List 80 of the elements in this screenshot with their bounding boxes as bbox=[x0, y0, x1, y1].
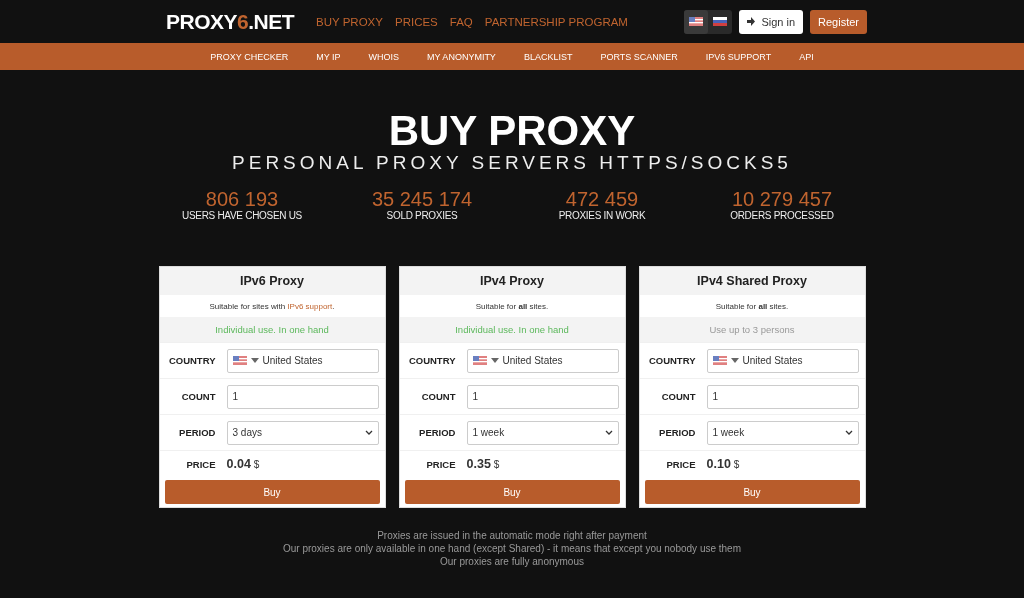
nav-link[interactable]: BLACKLIST bbox=[509, 51, 587, 62]
currency-label: $ bbox=[733, 459, 740, 470]
price-value: 0.10 bbox=[706, 457, 731, 471]
nav-link[interactable]: WHOIS bbox=[354, 51, 414, 62]
nav-link[interactable]: MY IP bbox=[302, 51, 355, 62]
stat-value: 472 459 bbox=[565, 188, 639, 210]
flag-icon bbox=[472, 356, 487, 365]
flag-icon bbox=[713, 17, 728, 26]
period-select[interactable]: 3 days bbox=[226, 420, 379, 445]
info-text: Proxies are issued in the automatic mode right after payment bbox=[377, 530, 647, 541]
nav-link[interactable]: PROXY CHECKER bbox=[196, 51, 303, 62]
buy-button[interactable]: Buy bbox=[644, 480, 860, 504]
card-description: Suitable for all sites. bbox=[715, 301, 789, 311]
field-label: PRICE bbox=[665, 458, 697, 470]
count-input[interactable]: 1 bbox=[466, 384, 619, 409]
usage-note: Use up to 3 persons bbox=[709, 324, 795, 335]
field-label: COUNT bbox=[420, 391, 457, 402]
caret-icon bbox=[250, 358, 259, 363]
info-text: Our proxies are only available in one hand (except Shared) - it means that except you nobody use them bbox=[282, 543, 741, 554]
nav-link[interactable]: API bbox=[785, 51, 828, 62]
flag-icon bbox=[712, 356, 727, 365]
field-label: PRICE bbox=[185, 458, 217, 470]
stat-value: 806 193 bbox=[205, 188, 279, 210]
currency-label: $ bbox=[253, 459, 260, 470]
caret-icon bbox=[490, 358, 499, 363]
chevron-icon bbox=[604, 430, 613, 435]
field-label: PERIOD bbox=[658, 427, 697, 438]
page-subtitle: PERSONAL PROXY SERVERS HTTPS/SOCKS5 bbox=[232, 152, 792, 174]
buy-button[interactable]: Buy bbox=[404, 480, 620, 504]
nav-link[interactable]: PORTS SCANNER bbox=[586, 51, 692, 62]
chevron-icon bbox=[844, 430, 853, 435]
page-title: BUY PROXY bbox=[388, 108, 636, 154]
field-label: PERIOD bbox=[418, 427, 457, 438]
nav-link[interactable]: PARTNERSHIP PROGRAM bbox=[484, 15, 628, 28]
country-select[interactable]: United States bbox=[466, 348, 619, 373]
card-title: IPv6 Proxy bbox=[159, 267, 385, 295]
card-description: Suitable for all sites. bbox=[475, 301, 549, 311]
language-button[interactable] bbox=[684, 9, 709, 34]
stat-value: 10 279 457 bbox=[731, 188, 833, 210]
field-label: COUNTRY bbox=[647, 355, 697, 366]
field-label: COUNT bbox=[180, 391, 217, 402]
site-logo[interactable]: PROXY6.NET bbox=[166, 9, 295, 34]
usage-note: Individual use. In one hand bbox=[215, 324, 329, 335]
field-label: COUNTRY bbox=[407, 355, 457, 366]
field-label: COUNTRY bbox=[167, 355, 217, 366]
price-value: 0.04 bbox=[226, 457, 251, 471]
field-label: PRICE bbox=[425, 458, 457, 470]
stat-label: SOLD PROXIES bbox=[386, 210, 458, 221]
nav-link[interactable]: MY ANONYMITY bbox=[413, 51, 510, 62]
card-title: IPv4 Proxy bbox=[399, 267, 625, 295]
field-label: COUNT bbox=[660, 391, 697, 402]
period-select[interactable]: 1 week bbox=[466, 420, 619, 445]
nav-link[interactable]: BUY PROXY bbox=[316, 15, 383, 28]
flag-icon bbox=[232, 356, 247, 365]
usage-note: Individual use. In one hand bbox=[455, 324, 569, 335]
buy-button[interactable]: Buy bbox=[164, 480, 380, 504]
stat-label: USERS HAVE CHOSEN US bbox=[182, 210, 302, 221]
caret-icon bbox=[730, 358, 739, 363]
info-text: Our proxies are fully anonymous bbox=[440, 556, 584, 567]
nav-link[interactable]: PRICES bbox=[394, 15, 438, 28]
count-input[interactable]: 1 bbox=[226, 384, 379, 409]
flag-icon bbox=[689, 17, 704, 26]
period-select[interactable]: 1 week bbox=[706, 420, 859, 445]
card-description: Suitable for sites with IPv6 support. bbox=[209, 301, 335, 311]
price-value: 0.35 bbox=[466, 457, 491, 471]
country-select[interactable]: United States bbox=[226, 348, 379, 373]
field-label: PERIOD bbox=[178, 427, 217, 438]
count-input[interactable]: 1 bbox=[706, 384, 859, 409]
sign-in-icon bbox=[747, 17, 758, 26]
sign-in-button[interactable]: Sign in bbox=[739, 9, 804, 34]
currency-label: $ bbox=[493, 459, 500, 470]
stat-value: 35 245 174 bbox=[371, 188, 473, 210]
stat-label: PROXIES IN WORK bbox=[558, 210, 646, 221]
chevron-icon bbox=[364, 430, 373, 435]
register-button[interactable]: Register bbox=[810, 9, 867, 34]
nav-link[interactable]: FAQ bbox=[449, 15, 473, 28]
nav-link[interactable]: IPV6 SUPPORT bbox=[691, 51, 786, 62]
card-title: IPv4 Shared Proxy bbox=[639, 267, 865, 295]
stat-label: ORDERS PROCESSED bbox=[730, 210, 834, 221]
country-select[interactable]: United States bbox=[706, 348, 859, 373]
